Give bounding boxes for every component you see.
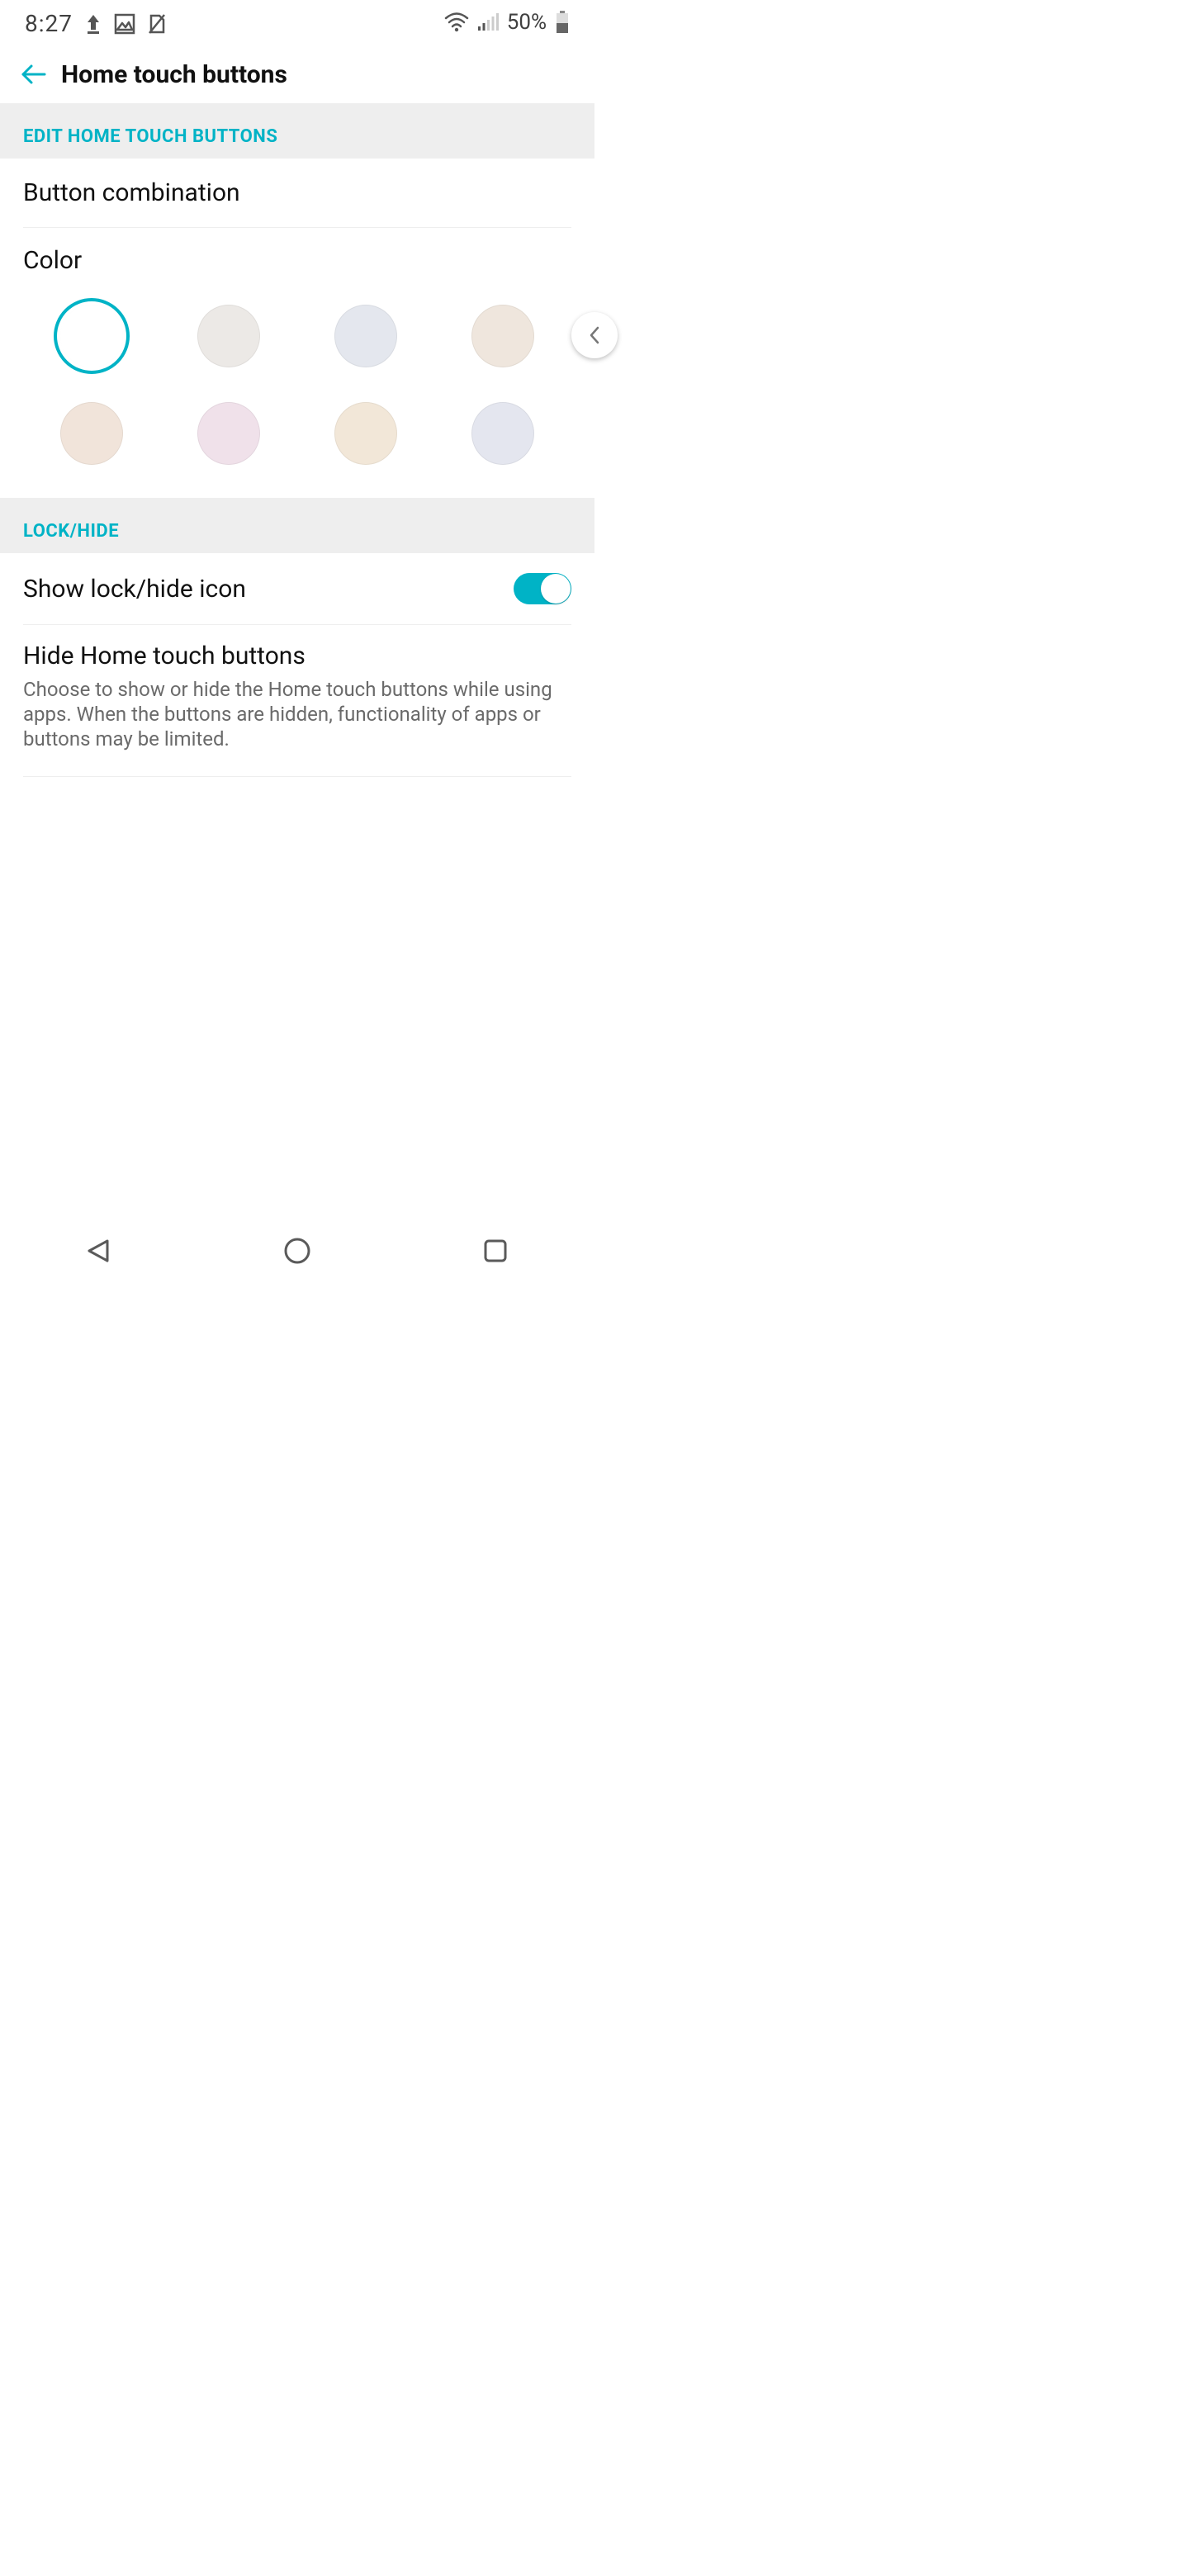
toggle-knob bbox=[541, 574, 571, 604]
battery-icon bbox=[555, 11, 570, 34]
color-swatch-4[interactable] bbox=[60, 402, 123, 465]
section-header-lockhide: LOCK/HIDE bbox=[0, 498, 594, 553]
hide-home-buttons-row[interactable]: Hide Home touch buttons Choose to show o… bbox=[0, 625, 594, 776]
show-lock-hide-label: Show lock/hide icon bbox=[23, 575, 246, 604]
color-swatch-7[interactable] bbox=[471, 402, 534, 465]
status-left: 8:27 bbox=[25, 10, 167, 37]
side-handle[interactable] bbox=[571, 312, 618, 358]
hide-home-buttons-desc: Choose to show or hide the Home touch bu… bbox=[23, 677, 571, 751]
nav-back-button[interactable] bbox=[66, 1226, 132, 1276]
page-title: Home touch buttons bbox=[61, 60, 287, 89]
color-grid bbox=[23, 305, 571, 465]
chevron-left-icon bbox=[586, 324, 603, 346]
section-header-edit: EDIT HOME TOUCH BUTTONS bbox=[0, 103, 594, 159]
no-sim-icon bbox=[147, 13, 167, 35]
nav-home-button[interactable] bbox=[264, 1226, 330, 1276]
show-lock-hide-row[interactable]: Show lock/hide icon bbox=[0, 553, 594, 624]
arrow-left-icon bbox=[18, 59, 48, 89]
color-section: Color bbox=[0, 228, 594, 498]
show-lock-hide-toggle[interactable] bbox=[514, 573, 571, 604]
upload-icon bbox=[84, 13, 102, 35]
status-bar: 8:27 50% bbox=[0, 0, 594, 45]
color-swatch-5[interactable] bbox=[197, 402, 260, 465]
color-label: Color bbox=[23, 246, 571, 275]
color-swatch-3[interactable] bbox=[471, 305, 534, 367]
button-combination-row[interactable]: Button combination bbox=[0, 159, 594, 227]
wifi-icon bbox=[444, 12, 469, 32]
status-right: 50% bbox=[444, 10, 570, 35]
status-time: 8:27 bbox=[25, 10, 73, 37]
button-combination-label: Button combination bbox=[23, 178, 240, 207]
battery-percent: 50% bbox=[507, 10, 547, 35]
nav-home-icon bbox=[281, 1234, 314, 1267]
color-swatch-0[interactable] bbox=[60, 305, 123, 367]
hide-home-buttons-title: Hide Home touch buttons bbox=[23, 642, 571, 670]
color-swatch-2[interactable] bbox=[334, 305, 397, 367]
image-icon bbox=[114, 13, 135, 35]
app-bar: Home touch buttons bbox=[0, 45, 594, 103]
nav-back-icon bbox=[83, 1234, 116, 1267]
color-swatch-6[interactable] bbox=[334, 402, 397, 465]
nav-bar bbox=[0, 1214, 594, 1288]
nav-recent-button[interactable] bbox=[462, 1226, 528, 1276]
back-button[interactable] bbox=[13, 54, 53, 94]
color-swatch-1[interactable] bbox=[197, 305, 260, 367]
nav-recent-icon bbox=[479, 1234, 512, 1267]
divider bbox=[23, 776, 571, 777]
signal-icon bbox=[477, 12, 499, 32]
